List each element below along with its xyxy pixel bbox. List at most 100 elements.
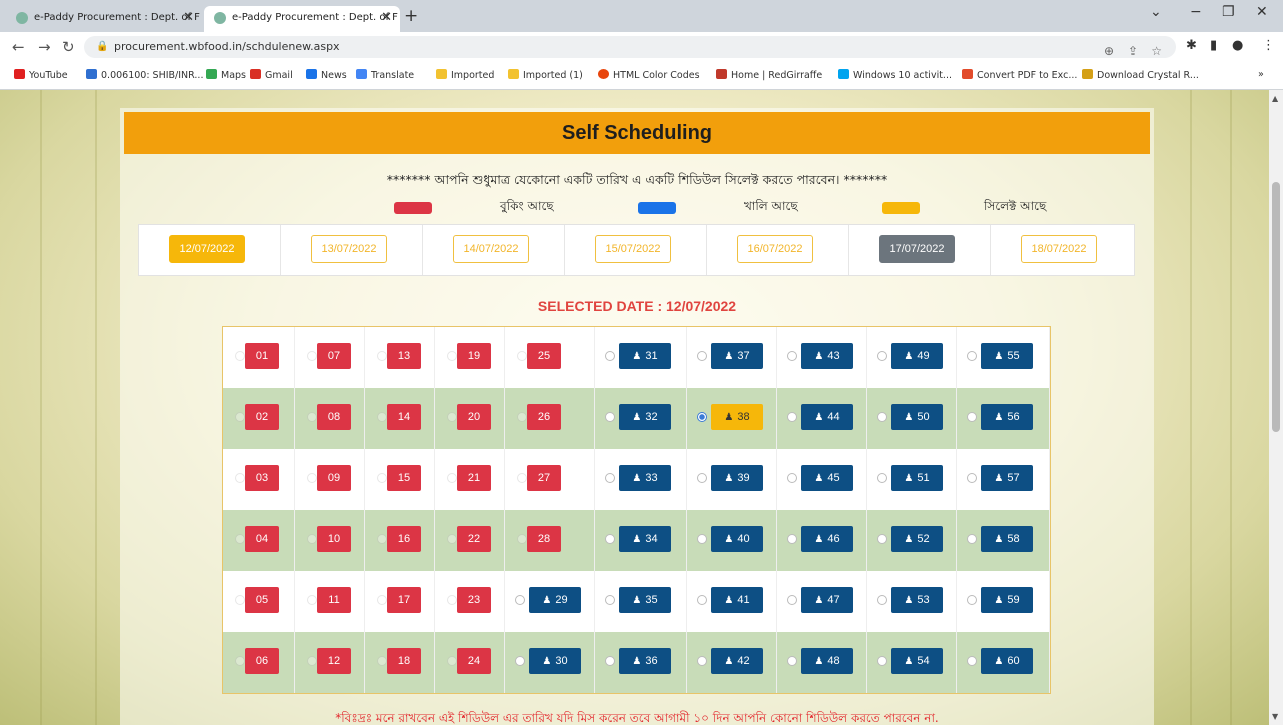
slot-radio[interactable]	[967, 412, 977, 422]
slot-radio[interactable]	[605, 412, 615, 422]
slot-available[interactable]: ♟ 29	[529, 587, 581, 613]
bookmark-star-icon[interactable]: ☆	[1151, 40, 1162, 62]
slot-available[interactable]: ♟ 33	[619, 465, 671, 491]
slot-available[interactable]: ♟ 49	[891, 343, 943, 369]
scroll-up-icon[interactable]: ▲	[1272, 94, 1278, 103]
bookmark-item[interactable]: Imported (1)	[508, 69, 583, 81]
slot-available[interactable]: ♟ 37	[711, 343, 763, 369]
slot-radio[interactable]	[967, 351, 977, 361]
slot-selected[interactable]: ♟ 38	[711, 404, 763, 430]
slot-radio[interactable]	[877, 534, 887, 544]
close-tab-icon[interactable]: ✕	[381, 6, 392, 30]
slot-available[interactable]: ♟ 42	[711, 648, 763, 674]
bookmark-item[interactable]: Maps	[206, 69, 246, 81]
profile-avatar-icon[interactable]: ●	[1232, 38, 1243, 53]
close-window-icon[interactable]: ✕	[1256, 4, 1268, 20]
browser-tab-active[interactable]: e-Paddy Procurement : Dept. of F ✕	[204, 6, 400, 32]
bookmark-item[interactable]: Download Crystal R...	[1082, 69, 1199, 81]
scroll-thumb[interactable]	[1272, 182, 1280, 432]
slot-available[interactable]: ♟ 35	[619, 587, 671, 613]
slot-available[interactable]: ♟ 34	[619, 526, 671, 552]
slot-available[interactable]: ♟ 36	[619, 648, 671, 674]
date-button[interactable]: 13/07/2022	[311, 235, 387, 263]
minimize-icon[interactable]: −	[1190, 4, 1202, 20]
slot-radio[interactable]	[605, 534, 615, 544]
bookmark-item[interactable]: Gmail	[250, 69, 293, 81]
browser-tab[interactable]: e-Paddy Procurement : Dept. of F ✕	[6, 6, 202, 32]
slot-radio[interactable]	[877, 595, 887, 605]
slot-radio[interactable]	[967, 656, 977, 666]
slot-radio[interactable]	[787, 412, 797, 422]
side-panel-icon[interactable]: ▮	[1210, 38, 1217, 53]
slot-available[interactable]: ♟ 56	[981, 404, 1033, 430]
slot-radio[interactable]	[605, 351, 615, 361]
more-bookmarks-icon[interactable]: »	[1258, 69, 1264, 80]
slot-available[interactable]: ♟ 58	[981, 526, 1033, 552]
slot-available[interactable]: ♟ 41	[711, 587, 763, 613]
back-icon[interactable]: ←	[12, 38, 25, 56]
slot-available[interactable]: ♟ 31	[619, 343, 671, 369]
slot-radio[interactable]	[697, 534, 707, 544]
slot-available[interactable]: ♟ 30	[529, 648, 581, 674]
extensions-icon[interactable]: ✱	[1186, 38, 1197, 53]
bookmark-item[interactable]: Convert PDF to Exc...	[962, 69, 1077, 81]
slot-available[interactable]: ♟ 39	[711, 465, 763, 491]
restore-icon[interactable]: ❐	[1222, 4, 1235, 20]
scroll-down-icon[interactable]: ▼	[1272, 712, 1278, 721]
date-button[interactable]: 18/07/2022	[1021, 235, 1097, 263]
bookmark-item[interactable]: Home | RedGirraffe	[716, 69, 822, 81]
slot-radio[interactable]	[877, 351, 887, 361]
reload-icon[interactable]: ↻	[62, 38, 75, 56]
slot-radio[interactable]	[697, 473, 707, 483]
slot-available[interactable]: ♟ 59	[981, 587, 1033, 613]
date-button[interactable]: 12/07/2022	[169, 235, 245, 263]
slot-available[interactable]: ♟ 32	[619, 404, 671, 430]
slot-radio[interactable]	[877, 473, 887, 483]
slot-available[interactable]: ♟ 40	[711, 526, 763, 552]
slot-available[interactable]: ♟ 52	[891, 526, 943, 552]
slot-radio[interactable]	[605, 473, 615, 483]
slot-available[interactable]: ♟ 45	[801, 465, 853, 491]
slot-radio[interactable]	[787, 595, 797, 605]
slot-available[interactable]: ♟ 60	[981, 648, 1033, 674]
slot-available[interactable]: ♟ 53	[891, 587, 943, 613]
slot-available[interactable]: ♟ 50	[891, 404, 943, 430]
slot-radio[interactable]	[967, 473, 977, 483]
slot-radio[interactable]	[697, 351, 707, 361]
slot-radio[interactable]	[877, 412, 887, 422]
slot-radio[interactable]	[697, 412, 707, 422]
address-bar[interactable]: 🔒 procurement.wbfood.in/schdulenew.aspx …	[84, 36, 1176, 58]
bookmark-item[interactable]: HTML Color Codes	[598, 69, 700, 81]
slot-available[interactable]: ♟ 48	[801, 648, 853, 674]
slot-radio[interactable]	[967, 534, 977, 544]
date-button[interactable]: 14/07/2022	[453, 235, 529, 263]
bookmark-item[interactable]: YouTube	[14, 69, 68, 81]
slot-radio[interactable]	[877, 656, 887, 666]
forward-icon[interactable]: →	[38, 38, 51, 56]
slot-radio[interactable]	[787, 473, 797, 483]
slot-radio[interactable]	[515, 595, 525, 605]
slot-available[interactable]: ♟ 55	[981, 343, 1033, 369]
slot-radio[interactable]	[787, 656, 797, 666]
tab-search-icon[interactable]: ⌄	[1150, 4, 1162, 20]
slot-radio[interactable]	[967, 595, 977, 605]
new-tab-icon[interactable]: +	[404, 6, 418, 26]
date-button[interactable]: 16/07/2022	[737, 235, 813, 263]
slot-available[interactable]: ♟ 44	[801, 404, 853, 430]
slot-radio[interactable]	[787, 351, 797, 361]
slot-available[interactable]: ♟ 57	[981, 465, 1033, 491]
slot-radio[interactable]	[605, 595, 615, 605]
bookmark-item[interactable]: Translate	[356, 69, 414, 81]
slot-available[interactable]: ♟ 46	[801, 526, 853, 552]
zoom-icon[interactable]: ⊕	[1104, 40, 1114, 62]
bookmark-item[interactable]: News	[306, 69, 347, 81]
slot-radio[interactable]	[605, 656, 615, 666]
vertical-scrollbar[interactable]: ▲ ▼	[1269, 90, 1283, 725]
bookmark-item[interactable]: 0.006100: SHIB/INR...	[86, 69, 203, 81]
share-icon[interactable]: ⇪	[1128, 40, 1138, 62]
close-tab-icon[interactable]: ✕	[183, 6, 194, 30]
slot-available[interactable]: ♟ 51	[891, 465, 943, 491]
bookmark-item[interactable]: Windows 10 activit...	[838, 69, 952, 81]
date-button[interactable]: 15/07/2022	[595, 235, 671, 263]
slot-radio[interactable]	[515, 656, 525, 666]
